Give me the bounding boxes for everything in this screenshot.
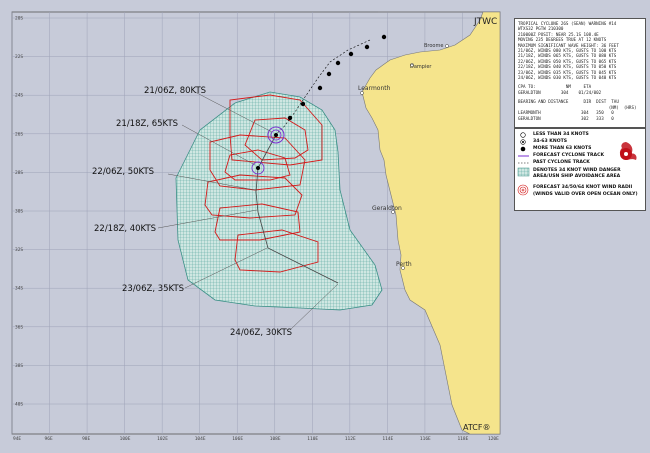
longitude-label: 96E (45, 436, 53, 442)
latitude-label: 30S (15, 209, 23, 215)
longitude-label: 120E (488, 436, 499, 442)
legend-item: LESS THAN 34 KNOTS (533, 132, 589, 137)
longitude-label: 110E (307, 436, 318, 442)
place-label-perth: Perth (396, 261, 412, 268)
longitude-label: 98E (82, 436, 90, 442)
more-than-63kt-icon (520, 146, 526, 152)
bearing-row: GERALDTON 302 333 0 (518, 115, 614, 121)
legend-item: FORECAST CYCLONE TRACK (533, 153, 604, 158)
place-label-geraldton: Geraldton (372, 205, 402, 212)
place-label-dampier: Dampier (410, 64, 432, 70)
legend-item: 34-63 KNOTS (533, 139, 568, 144)
map-legend: LESS THAN 34 KNOTS 34-63 KNOTS MORE THAN… (514, 128, 646, 211)
longitude-label: 108E (270, 436, 281, 442)
place-label-learmonth: Learmonth (358, 85, 391, 92)
longitude-label: 116E (420, 436, 431, 442)
longitude-label: 102E (157, 436, 168, 442)
longitude-label: 106E (232, 436, 243, 442)
latitude-label: 36S (15, 324, 23, 330)
legend-item: FORECAST 34/50/64 KNOT WIND RADII (533, 185, 633, 190)
less-than-34kt-icon (520, 132, 526, 138)
danger-area-icon (517, 167, 530, 177)
software-label: ATCF® (463, 423, 490, 432)
forecast-label-21-18z: 21/18Z, 65KTS (116, 119, 178, 129)
latitude-label: 22S (15, 54, 23, 60)
latitude-label: 32S (15, 247, 23, 253)
cyclone-symbol-icon (619, 142, 637, 160)
forecast-label-22-18z: 22/18Z, 40KTS (94, 224, 156, 234)
latitude-label: 20S (15, 16, 23, 22)
legend-item: (WINDS VALID OVER OPEN OCEAN ONLY) (533, 192, 638, 197)
forecast-label-24-06z: 24/06Z, 30KTS (230, 328, 292, 338)
latitude-label: 34S (15, 286, 23, 292)
longitude-label: 104E (195, 436, 206, 442)
legend-item: DENOTES 34 KNOT WIND DANGER (533, 168, 621, 173)
latitude-label: 24S (15, 93, 23, 99)
legend-item: AREA/USN SHIP AVOIDANCE AREA (533, 174, 621, 179)
latitude-label: 38S (15, 363, 23, 369)
longitude-label: 100E (120, 436, 131, 442)
latitude-label: 28S (15, 170, 23, 176)
longitude-label: 94E (13, 436, 21, 442)
longitude-label: 118E (457, 436, 468, 442)
latitude-label: 26S (15, 131, 23, 137)
forecast-label-21-06z: 21/06Z, 80KTS (144, 86, 206, 96)
agency-label: JTWC (473, 17, 497, 27)
latitude-label: 40S (15, 402, 23, 408)
warning-info-box: TROPICAL CYCLONE 26S (SEAN) WARNING #14 … (514, 18, 646, 128)
longitude-labels: 94E 96E 98E 100E 102E 104E 106E 108E 110E 112E 114… (13, 436, 499, 442)
forecast-label-22-06z: 22/06Z, 50KTS (92, 167, 154, 177)
place-label-broome: Broome (424, 43, 443, 49)
longitude-label: 112E (345, 436, 356, 442)
legend-item: MORE THAN 63 KNOTS (533, 146, 592, 151)
wind-radii-icon (517, 184, 529, 196)
legend-item: PAST CYCLONE TRACK (533, 160, 590, 165)
forecast-label-23-06z: 23/06Z, 35KTS (122, 284, 184, 294)
longitude-label: 114E (382, 436, 393, 442)
